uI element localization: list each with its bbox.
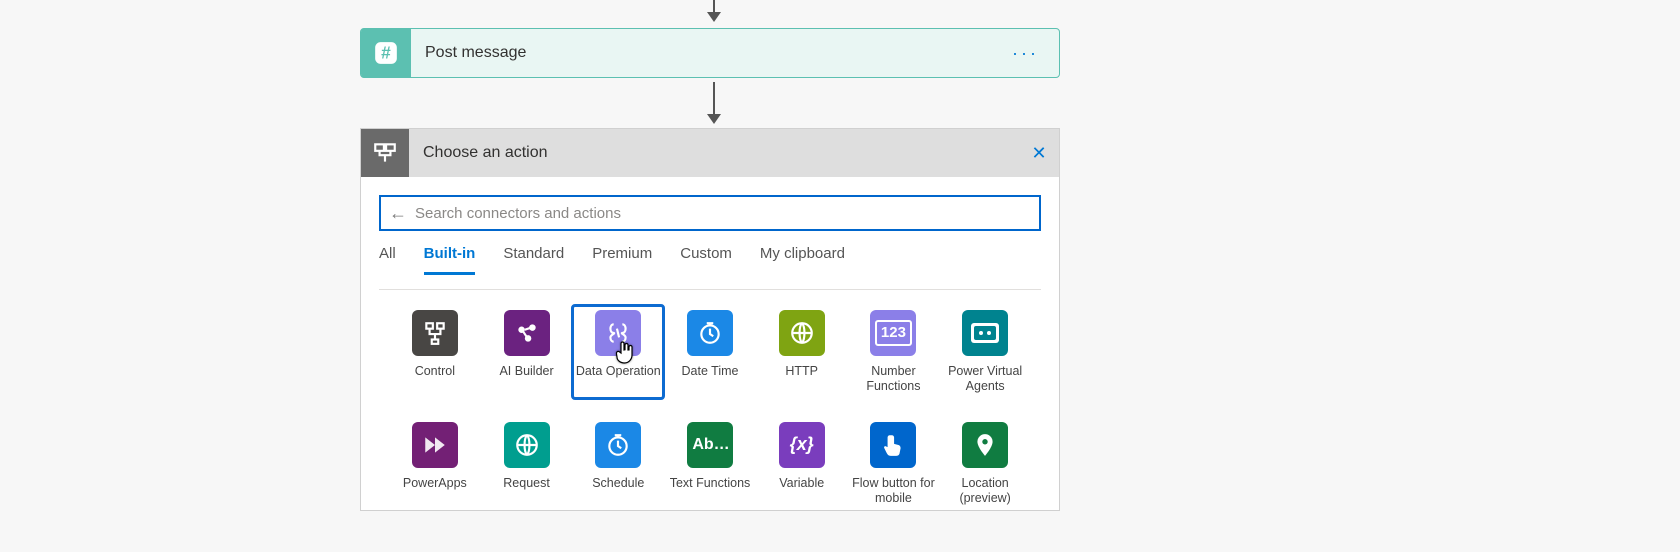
connector-data-operation[interactable]: Data Operation xyxy=(573,306,663,398)
close-icon[interactable]: ✕ xyxy=(1019,143,1059,164)
panel-header: Choose an action ✕ xyxy=(361,129,1059,177)
hash-icon: # xyxy=(361,28,411,78)
step-title: Post message xyxy=(411,44,992,62)
connector-label: Date Time xyxy=(667,364,753,394)
http-icon xyxy=(779,310,825,356)
filter-tabs: All Built-in Standard Premium Custom My clipb… xyxy=(361,231,1059,275)
tab-premium[interactable]: Premium xyxy=(592,245,652,275)
variable-icon: {x} xyxy=(779,422,825,468)
text-functions-icon: Ab… xyxy=(687,422,733,468)
flow-button-for-mobile-icon xyxy=(870,422,916,468)
connector-variable[interactable]: {x} Variable xyxy=(757,418,847,510)
search-input[interactable] xyxy=(413,204,1031,223)
panel-title: Choose an action xyxy=(409,144,1019,162)
connector-label: Variable xyxy=(759,476,845,506)
connector-label: Flow button for mobile xyxy=(850,476,936,506)
connector-label: Schedule xyxy=(575,476,661,506)
connector-ai-builder[interactable]: AI Builder xyxy=(482,306,572,398)
tab-built-in[interactable]: Built-in xyxy=(424,245,476,275)
connector-label: PowerApps xyxy=(392,476,478,506)
connector-label: HTTP xyxy=(759,364,845,394)
connector-request[interactable]: Request xyxy=(482,418,572,510)
connector-location-preview[interactable]: Location (preview) xyxy=(940,418,1030,510)
request-icon xyxy=(504,422,550,468)
flow-arrow xyxy=(713,0,715,22)
flow-arrow xyxy=(713,82,715,124)
step-post-message[interactable]: # Post message ··· xyxy=(360,28,1060,78)
connector-label: Request xyxy=(484,476,570,506)
connector-label: Control xyxy=(392,364,478,394)
connector-control[interactable]: Control xyxy=(390,306,480,398)
date-time-icon xyxy=(687,310,733,356)
location-preview-icon xyxy=(962,422,1008,468)
power-virtual-agents-icon xyxy=(962,310,1008,356)
ai-builder-icon xyxy=(504,310,550,356)
connector-flow-button-for-mobile[interactable]: Flow button for mobile xyxy=(848,418,938,510)
connector-label: AI Builder xyxy=(484,364,570,394)
tab-custom[interactable]: Custom xyxy=(680,245,732,275)
connector-label: Data Operation xyxy=(575,364,661,394)
connector-date-time[interactable]: Date Time xyxy=(665,306,755,398)
tab-my-clipboard[interactable]: My clipboard xyxy=(760,245,845,275)
connector-text-functions[interactable]: Ab… Text Functions xyxy=(665,418,755,510)
tab-standard[interactable]: Standard xyxy=(503,245,564,275)
control-icon xyxy=(412,310,458,356)
schedule-icon xyxy=(595,422,641,468)
search-input-wrapper[interactable]: ← xyxy=(379,195,1041,231)
connector-number-functions[interactable]: 123 Number Functions xyxy=(848,306,938,398)
connector-label: Text Functions xyxy=(667,476,753,506)
data-operation-icon xyxy=(595,310,641,356)
powerapps-icon xyxy=(412,422,458,468)
action-icon xyxy=(361,129,409,177)
choose-action-panel: Choose an action ✕ ← All Built-in Standard… xyxy=(360,128,1060,511)
connector-label: Power Virtual Agents xyxy=(942,364,1028,394)
connector-schedule[interactable]: Schedule xyxy=(573,418,663,510)
connector-http[interactable]: HTTP xyxy=(757,306,847,398)
connector-label: Number Functions xyxy=(850,364,936,394)
tab-all[interactable]: All xyxy=(379,245,396,275)
connector-grid: ControlAI BuilderData OperationDate Time… xyxy=(389,306,1031,510)
back-arrow-icon[interactable]: ← xyxy=(389,203,407,224)
step-menu-button[interactable]: ··· xyxy=(992,43,1059,64)
connector-powerapps[interactable]: PowerApps xyxy=(390,418,480,510)
connector-label: Location (preview) xyxy=(942,476,1028,506)
number-functions-icon: 123 xyxy=(870,310,916,356)
connector-power-virtual-agents[interactable]: Power Virtual Agents xyxy=(940,306,1030,398)
svg-text:#: # xyxy=(381,42,391,62)
